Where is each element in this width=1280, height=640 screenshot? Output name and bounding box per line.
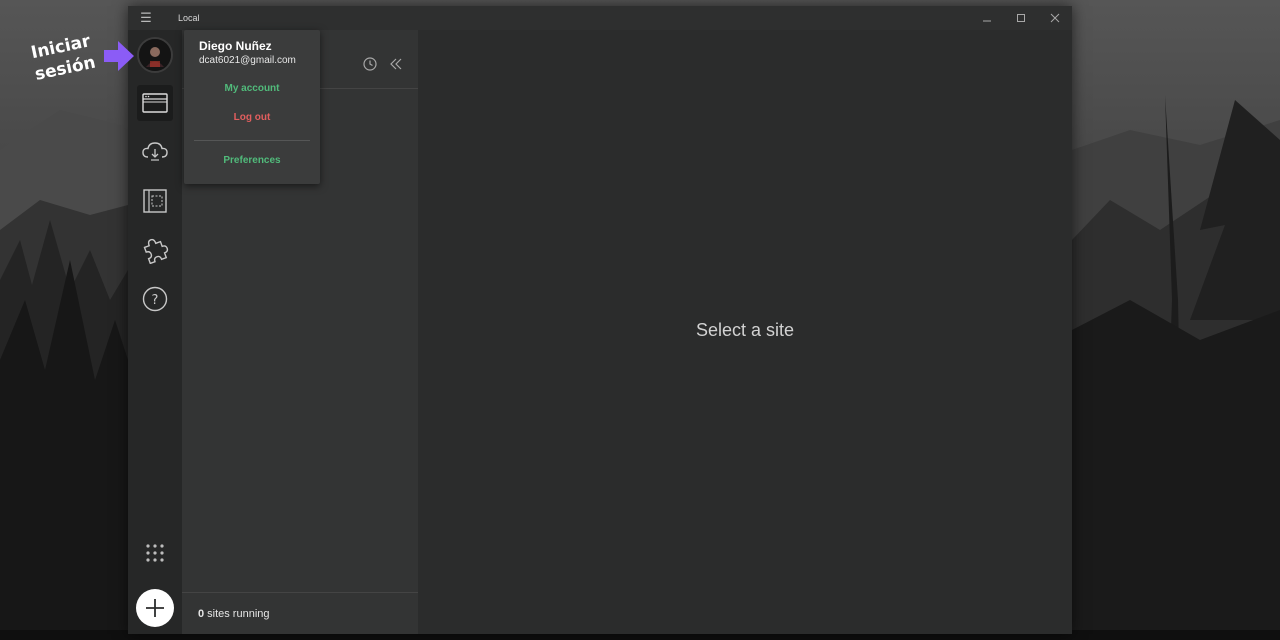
sites-running-label: sites running bbox=[207, 607, 270, 620]
minimize-icon bbox=[983, 20, 991, 22]
apps-grid-icon bbox=[146, 544, 164, 562]
close-button[interactable] bbox=[1038, 6, 1072, 30]
sites-running-status: 0 sites running bbox=[182, 592, 418, 634]
help-nav-button[interactable]: ? bbox=[137, 281, 173, 317]
sites-nav-button[interactable] bbox=[137, 85, 173, 121]
close-icon bbox=[1050, 13, 1060, 23]
blueprints-nav-button[interactable] bbox=[137, 183, 173, 219]
addons-nav-button[interactable] bbox=[137, 232, 173, 268]
user-name: Diego Nuñez bbox=[199, 39, 272, 53]
window-title: Local bbox=[178, 13, 200, 23]
empty-state-message: Select a site bbox=[695, 320, 795, 340]
account-dropdown: Diego Nuñez dcat6021@gmail.com My accoun… bbox=[184, 30, 320, 184]
addons-icon bbox=[143, 238, 169, 264]
sites-running-count: 0 bbox=[198, 607, 205, 620]
log-out-link[interactable]: Log out bbox=[184, 112, 320, 123]
add-site-icon bbox=[146, 599, 164, 617]
my-account-link[interactable]: My account bbox=[184, 83, 320, 94]
cloud-icon bbox=[142, 142, 168, 161]
preferences-link[interactable]: Preferences bbox=[184, 155, 320, 166]
title-bar: ☰ Local bbox=[128, 6, 1072, 30]
avatar-photo-icon bbox=[139, 39, 171, 71]
add-site-button[interactable] bbox=[136, 589, 174, 627]
dropdown-divider bbox=[194, 140, 310, 141]
icon-rail: ? bbox=[128, 30, 182, 634]
help-icon: ? bbox=[142, 286, 168, 312]
minimize-button[interactable] bbox=[970, 6, 1004, 30]
apps-grid-button[interactable] bbox=[137, 535, 173, 571]
main-content: Select a site bbox=[418, 30, 1072, 634]
sites-icon bbox=[142, 93, 168, 113]
history-icon[interactable] bbox=[362, 56, 378, 72]
user-avatar[interactable] bbox=[137, 37, 173, 73]
hamburger-menu-icon[interactable]: ☰ bbox=[128, 6, 164, 30]
collapse-panel-icon[interactable] bbox=[388, 56, 404, 72]
cloud-nav-button[interactable] bbox=[137, 134, 173, 170]
maximize-icon bbox=[1017, 14, 1025, 22]
annotation-arrow-icon bbox=[104, 41, 134, 71]
user-email: dcat6021@gmail.com bbox=[199, 55, 296, 66]
blueprints-icon bbox=[143, 189, 167, 213]
svg-text:?: ? bbox=[152, 293, 159, 308]
maximize-button[interactable] bbox=[1004, 6, 1038, 30]
